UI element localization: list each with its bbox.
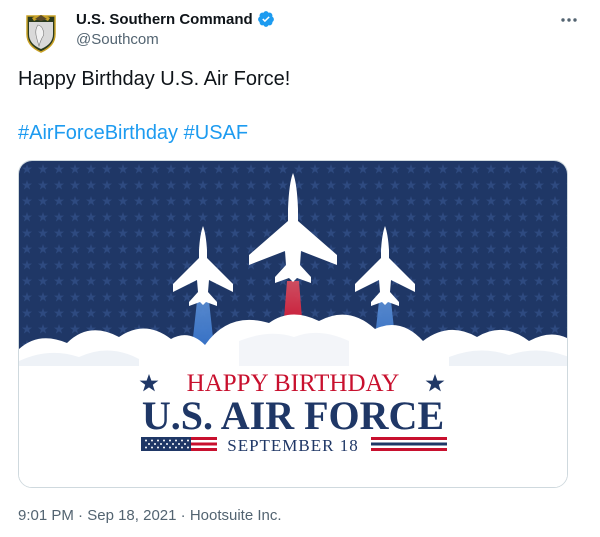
left-flag-decoration — [141, 437, 217, 451]
hashtag-link[interactable]: #AirForceBirthday — [18, 122, 178, 144]
tweet-card: U.S. Southern Command @Southcom Happy Bi… — [0, 0, 600, 537]
meta-separator: · — [180, 507, 186, 524]
author-display-name[interactable]: U.S. Southern Command — [76, 11, 253, 28]
banner-line2: U.S. AIR FORCE — [142, 393, 444, 438]
meta-separator: · — [78, 507, 84, 524]
tweet-text: Happy Birthday U.S. Air Force! — [18, 68, 291, 90]
tweet-source[interactable]: Hootsuite Inc. — [190, 507, 282, 524]
verified-badge-icon — [257, 10, 275, 28]
more-options-icon[interactable] — [556, 10, 582, 30]
display-name-row: U.S. Southern Command — [76, 9, 275, 29]
tweet-header: U.S. Southern Command @Southcom — [18, 8, 582, 54]
tweet-image[interactable]: HAPPY BIRTHDAY U.S. AIR FORCE SEPTEMBER … — [18, 160, 568, 488]
author-avatar[interactable] — [18, 8, 64, 54]
tweet-metadata: 9:01 PM · Sep 18, 2021 · Hootsuite Inc. — [18, 507, 282, 524]
author-handle[interactable]: @Southcom — [76, 31, 275, 48]
southcom-seal-icon — [18, 8, 64, 54]
tweet-date[interactable]: Sep 18, 2021 — [87, 507, 176, 524]
tweet-body: Happy Birthday U.S. Air Force! #AirForce… — [18, 66, 578, 146]
banner-date: SEPTEMBER 18 — [227, 436, 359, 455]
hashtag-link[interactable]: #USAF — [184, 122, 248, 144]
author-info: U.S. Southern Command @Southcom — [76, 9, 275, 48]
tweet-time[interactable]: 9:01 PM — [18, 507, 74, 524]
right-flag-decoration — [371, 437, 447, 451]
hashtag-line: #AirForceBirthday #USAF — [18, 120, 578, 146]
